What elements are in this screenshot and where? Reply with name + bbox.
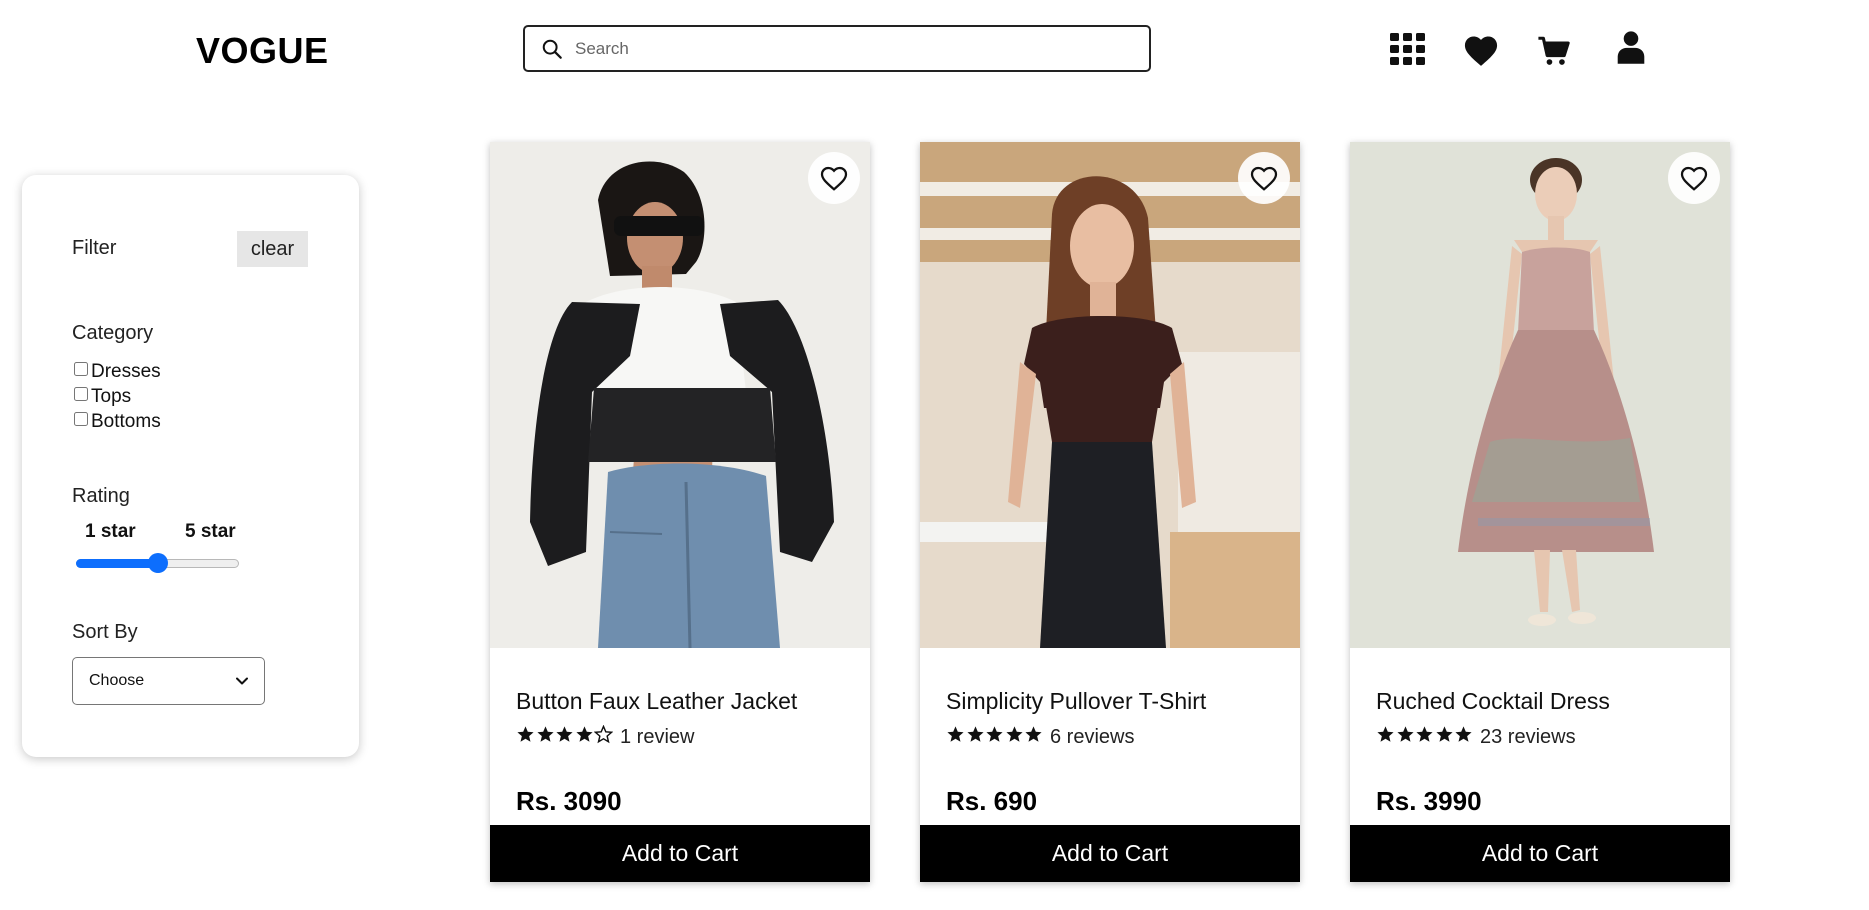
star-filled-icon xyxy=(966,726,984,742)
product-image-leather-jacket[interactable] xyxy=(490,142,870,648)
category-option-tops[interactable]: Tops xyxy=(74,384,161,409)
star-filled-icon xyxy=(536,726,554,742)
rating-max-label: 5 star xyxy=(185,521,236,542)
star-filled-icon xyxy=(1416,726,1433,742)
user-icon[interactable] xyxy=(1617,30,1645,64)
sort-by-select[interactable]: Choose xyxy=(72,657,265,705)
slider-thumb[interactable] xyxy=(147,553,168,573)
sort-selected-value: Choose xyxy=(89,672,145,689)
add-to-cart-button[interactable]: Add to Cart xyxy=(490,825,870,882)
product-card[interactable]: Ruched Cocktail Dress 23 reviews Rs. 399… xyxy=(1350,142,1730,882)
slider-fill xyxy=(76,559,158,568)
star-filled-icon xyxy=(986,726,1003,742)
category-option-label: Bottoms xyxy=(91,410,161,432)
category-option-label: Dresses xyxy=(91,360,161,382)
filter-title: Filter xyxy=(72,237,117,259)
review-count[interactable]: 23 reviews xyxy=(1480,726,1576,749)
wishlist-button[interactable] xyxy=(1238,152,1290,204)
product-name[interactable]: Ruched Cocktail Dress xyxy=(1376,688,1610,715)
wishlist-button[interactable] xyxy=(1668,152,1720,204)
search-icon xyxy=(542,39,562,59)
bottoms-checkbox[interactable] xyxy=(74,411,88,426)
review-count[interactable]: 6 reviews xyxy=(1050,726,1134,749)
product-price: Rs. 690 xyxy=(946,786,1038,816)
product-image-cocktail-dress[interactable] xyxy=(1350,142,1730,648)
star-rating xyxy=(946,725,1044,744)
wishlist-button[interactable] xyxy=(808,152,860,204)
star-rating xyxy=(516,725,614,744)
rating-min-label: 1 star xyxy=(85,521,136,542)
star-filled-icon xyxy=(1455,726,1472,742)
product-name[interactable]: Simplicity Pullover T-Shirt xyxy=(946,688,1206,715)
product-card[interactable]: Simplicity Pullover T-Shirt 6 reviews Rs… xyxy=(920,142,1300,882)
heart-outline-icon xyxy=(1680,166,1708,191)
rating-slider[interactable] xyxy=(76,548,239,578)
dresses-checkbox[interactable] xyxy=(74,361,88,376)
review-count[interactable]: 1 review xyxy=(620,726,694,749)
star-empty-icon xyxy=(594,725,613,744)
category-option-bottoms[interactable]: Bottoms xyxy=(74,409,161,434)
clear-filters-button[interactable]: clear xyxy=(237,231,308,267)
star-filled-icon xyxy=(947,726,964,742)
rating-heading: Rating xyxy=(72,485,130,507)
product-image-pullover-tshirt[interactable] xyxy=(920,142,1300,648)
grid-icon[interactable] xyxy=(1390,33,1426,65)
star-filled-icon xyxy=(575,726,593,742)
star-filled-icon xyxy=(1396,726,1414,742)
heart-outline-icon xyxy=(1250,166,1278,191)
brand-logo[interactable]: VOGUE xyxy=(196,30,329,72)
category-heading: Category xyxy=(72,322,154,344)
star-filled-icon xyxy=(556,726,573,742)
chevron-down-icon xyxy=(236,677,248,685)
product-name[interactable]: Button Faux Leather Jacket xyxy=(516,688,797,715)
product-price: Rs. 3090 xyxy=(516,786,622,816)
star-rating xyxy=(1376,725,1474,744)
star-filled-icon xyxy=(1005,726,1023,742)
cart-icon[interactable] xyxy=(1537,35,1571,67)
add-to-cart-button[interactable]: Add to Cart xyxy=(1350,825,1730,882)
star-filled-icon xyxy=(1025,726,1042,742)
product-price: Rs. 3990 xyxy=(1376,786,1482,816)
heart-icon[interactable] xyxy=(1462,33,1500,67)
star-filled-icon xyxy=(517,726,534,742)
add-to-cart-button[interactable]: Add to Cart xyxy=(920,825,1300,882)
sort-heading: Sort By xyxy=(72,621,138,643)
product-card[interactable]: Button Faux Leather Jacket 1 review Rs. … xyxy=(490,142,870,882)
search-input[interactable] xyxy=(575,38,1135,59)
heart-outline-icon xyxy=(820,166,848,191)
category-option-label: Tops xyxy=(91,385,132,407)
search-bar[interactable] xyxy=(523,25,1151,72)
category-list: Dresses Tops Bottoms xyxy=(74,359,161,434)
filter-panel: Filter clear Category Dresses Tops Botto… xyxy=(22,175,359,757)
tops-checkbox[interactable] xyxy=(74,386,88,401)
star-filled-icon xyxy=(1435,726,1453,742)
star-filled-icon xyxy=(1377,726,1394,742)
category-option-dresses[interactable]: Dresses xyxy=(74,359,161,384)
